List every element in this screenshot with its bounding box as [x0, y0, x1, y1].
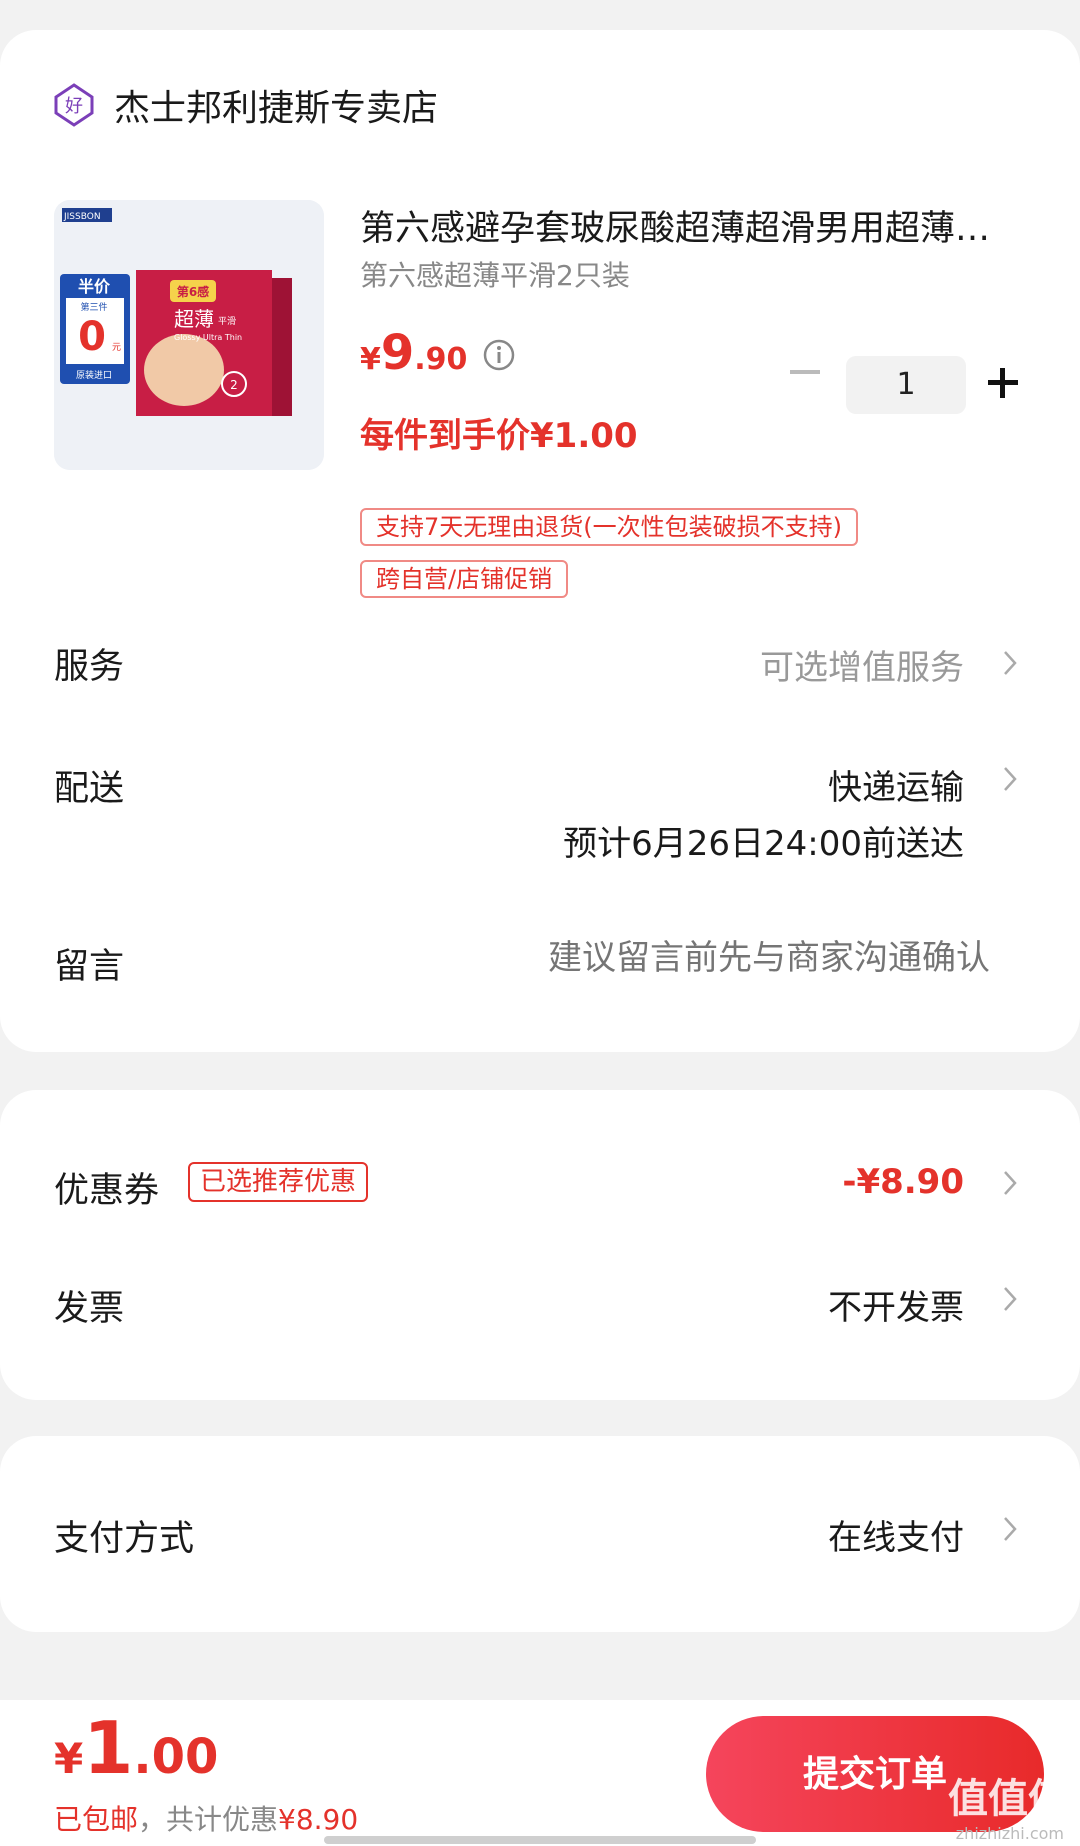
price-info-icon[interactable] [482, 338, 516, 372]
payment-chevron-icon[interactable] [1000, 1512, 1020, 1546]
quantity-input[interactable]: 1 [846, 356, 966, 414]
product-image[interactable]: JISSBON 半价 第三件 0 元 原装进口 第6感 超薄 平滑 Glossy… [54, 200, 324, 470]
discount-prefix: ，共计优惠 [138, 1803, 279, 1836]
store-name: 杰士邦利捷斯专卖店 [114, 88, 439, 129]
product-spec[interactable]: 第六感超薄平滑2只装 [360, 254, 630, 294]
payment-value[interactable]: 在线支付 [828, 1510, 964, 1559]
svg-text:原装进口: 原装进口 [76, 369, 112, 381]
watermark-url: zhizhizhi.com [955, 1824, 1064, 1843]
delivery-label: 配送 [54, 769, 125, 809]
svg-text:0: 0 [78, 314, 106, 360]
price-symbol: ¥ [360, 342, 381, 377]
svg-text:JISSBON: JISSBON [63, 212, 101, 222]
svg-text:半价: 半价 [78, 277, 111, 296]
coupon-chevron-icon[interactable] [1000, 1166, 1020, 1200]
final-price: 每件到手价¥1.00 [360, 416, 638, 456]
service-label: 服务 [54, 647, 125, 687]
shipping-note: 已包邮 [54, 1803, 139, 1836]
svg-text:第三件: 第三件 [80, 301, 107, 313]
store-badge-icon: 好 [54, 83, 94, 127]
delivery-chevron-icon[interactable] [1000, 762, 1020, 796]
svg-text:2: 2 [230, 378, 238, 392]
home-indicator[interactable] [324, 1836, 756, 1844]
order-card-payment: 支付方式 在线支付 [0, 1436, 1080, 1632]
return-policy-tag: 支持7天无理由退货(一次性包装破损不支持) [360, 508, 858, 546]
total-price: ¥ 1 .00 [54, 1706, 218, 1790]
product-box-illustration: JISSBON 半价 第三件 0 元 原装进口 第6感 超薄 平滑 Glossy… [54, 200, 324, 470]
payment-label: 支付方式 [54, 1519, 195, 1559]
svg-text:元: 元 [112, 343, 121, 353]
order-card-product: 好 杰士邦利捷斯专卖店 JISSBON 半价 第三件 0 元 原装进口 第6感 … [0, 30, 1080, 1052]
delivery-eta: 预计6月26日24:00前送达 [563, 824, 964, 864]
watermark-logo: 值值值 [948, 1776, 1068, 1822]
price-decimal: .90 [414, 342, 468, 377]
product-title[interactable]: 第六感避孕套玻尿酸超薄超滑男用超薄安全套 [360, 200, 1020, 251]
svg-text:第6感: 第6感 [177, 284, 209, 299]
coupon-value[interactable]: -¥8.90 [842, 1162, 964, 1202]
delivery-value[interactable]: 快递运输 [828, 760, 964, 809]
discount-total: ¥8.90 [278, 1803, 359, 1836]
service-value[interactable]: 可选增值服务 [760, 640, 964, 689]
total-integer: 1 [83, 1706, 134, 1790]
total-symbol: ¥ [54, 1734, 84, 1783]
coupon-label: 优惠券 [54, 1171, 160, 1211]
svg-text:好: 好 [65, 96, 83, 117]
quantity-decrease-button[interactable] [790, 370, 820, 374]
promotion-tag: 跨自营/店铺促销 [360, 560, 569, 598]
store-header[interactable]: 好 杰士邦利捷斯专卖店 [54, 70, 438, 140]
service-chevron-icon[interactable] [1000, 646, 1020, 680]
svg-text:超薄: 超薄 [174, 307, 214, 331]
checkout-bar: ¥ 1 .00 已包邮，共计优惠¥8.90 提交订单 值值值 zhizhizhi… [0, 1700, 1080, 1846]
invoice-chevron-icon[interactable] [1000, 1282, 1020, 1316]
order-card-discounts: 优惠券 已选推荐优惠 -¥8.90 发票 不开发票 [0, 1090, 1080, 1400]
invoice-label: 发票 [54, 1289, 125, 1329]
coupon-selected-badge: 已选推荐优惠 [188, 1162, 369, 1202]
svg-text:Glossy Ultra Thin: Glossy Ultra Thin [174, 333, 242, 342]
message-input[interactable] [390, 930, 990, 986]
product-price: ¥ 9 .90 [360, 325, 467, 381]
total-note: 已包邮，共计优惠¥8.90 [54, 1798, 358, 1838]
invoice-value[interactable]: 不开发票 [828, 1280, 964, 1329]
quantity-increase-button[interactable] [988, 368, 1018, 398]
svg-text:平滑: 平滑 [218, 316, 236, 327]
price-integer: 9 [380, 325, 415, 381]
message-label: 留言 [54, 947, 125, 987]
total-decimal: .00 [133, 1729, 219, 1785]
